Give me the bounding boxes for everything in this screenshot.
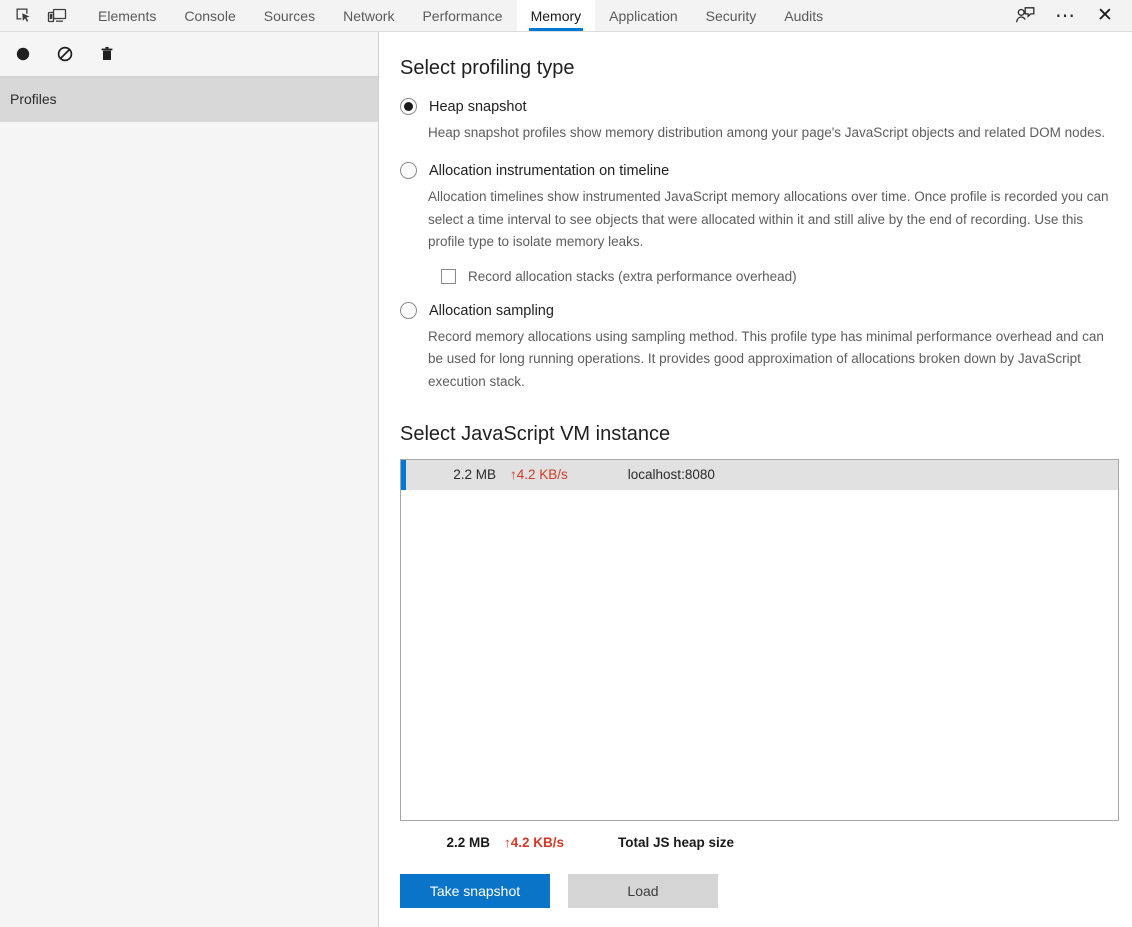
tab-list: Elements Console Sources Network Perform… xyxy=(84,0,837,31)
tab-label: Security xyxy=(705,7,757,24)
heap-summary: 2.2 MB ↑4.2 KB/s Total JS heap size xyxy=(400,835,1132,850)
tab-label: Memory xyxy=(530,7,582,24)
summary-heap-rate: ↑4.2 KB/s xyxy=(504,834,565,850)
tab-sources[interactable]: Sources xyxy=(250,0,329,31)
device-toolbar-icon[interactable] xyxy=(42,1,72,31)
allocation-timeline-label: Allocation instrumentation on timeline xyxy=(429,162,670,179)
profiling-type-heading: Select profiling type xyxy=(400,57,575,79)
vm-instance-heading: Select JavaScript VM instance xyxy=(400,422,671,445)
allocation-timeline-description: Allocation timelines show instrumented J… xyxy=(428,189,1109,249)
summary-label: Total JS heap size xyxy=(618,834,735,850)
close-glyph: ✕ xyxy=(1097,5,1113,26)
profiling-option-allocation-sampling: Allocation sampling Record memory alloca… xyxy=(380,302,1132,393)
profiling-option-allocation-timeline: Allocation instrumentation on timeline A… xyxy=(380,162,1132,285)
allocation-sampling-label: Allocation sampling xyxy=(429,302,554,319)
tab-label: Audits xyxy=(784,7,824,24)
tab-label: Elements xyxy=(98,7,157,24)
profiles-sidebar: Profiles xyxy=(0,32,379,927)
heap-snapshot-radio[interactable] xyxy=(400,98,417,115)
allocation-sampling-description: Record memory allocations using sampling… xyxy=(428,329,1104,389)
tab-label: Sources xyxy=(263,7,316,24)
tab-performance[interactable]: Performance xyxy=(408,0,516,31)
memory-panel: Select profiling type Heap snapshot Heap… xyxy=(380,32,1132,927)
tab-label: Console xyxy=(184,7,236,24)
record-icon[interactable] xyxy=(8,39,38,69)
sidebar-profile-list xyxy=(0,122,378,926)
tab-application[interactable]: Application xyxy=(595,0,692,31)
tab-elements[interactable]: Elements xyxy=(84,0,170,31)
sidebar-item-label: Profiles xyxy=(10,91,57,107)
tab-label: Application xyxy=(609,7,678,24)
inspect-element-icon[interactable] xyxy=(8,1,38,31)
tab-network[interactable]: Network xyxy=(329,0,408,31)
sidebar-item-profiles[interactable]: Profiles xyxy=(0,77,378,122)
vm-instance-row[interactable]: 2.2 MB ↑4.2 KB/s localhost:8080 xyxy=(401,459,1118,490)
action-buttons: Take snapshot Load xyxy=(400,873,1132,908)
allocation-sampling-radio-row[interactable]: Allocation sampling xyxy=(400,302,1132,320)
record-allocation-stacks-row[interactable]: Record allocation stacks (extra performa… xyxy=(441,269,1132,285)
vm-instance-list[interactable]: 2.2 MB ↑4.2 KB/s localhost:8080 xyxy=(400,458,1119,821)
allocation-timeline-radio[interactable] xyxy=(400,162,417,180)
trash-icon[interactable] xyxy=(92,39,122,69)
profiling-option-heap-snapshot: Heap snapshot Heap snapshot profiles sho… xyxy=(380,98,1132,144)
tab-label: Performance xyxy=(422,7,503,24)
take-snapshot-button[interactable]: Take snapshot xyxy=(400,873,550,908)
vm-heap-rate: ↑4.2 KB/s xyxy=(510,467,568,483)
allocation-sampling-radio[interactable] xyxy=(400,302,417,320)
close-icon[interactable]: ✕ xyxy=(1088,1,1122,31)
record-allocation-stacks-label: Record allocation stacks (extra performa… xyxy=(468,269,797,285)
tab-label: Network xyxy=(343,7,395,24)
heap-snapshot-radio-row[interactable]: Heap snapshot xyxy=(400,98,1132,115)
vm-heap-size: 2.2 MB xyxy=(453,467,496,483)
vm-origin-url: localhost:8080 xyxy=(627,467,715,483)
allocation-timeline-radio-row[interactable]: Allocation instrumentation on timeline xyxy=(400,162,1132,180)
more-options-icon[interactable]: ⋯ xyxy=(1048,1,1082,31)
clear-icon[interactable] xyxy=(50,39,80,69)
heap-snapshot-label: Heap snapshot xyxy=(429,98,527,115)
feedback-icon[interactable] xyxy=(1008,1,1042,31)
sidebar-toolbar xyxy=(0,32,378,77)
tabbar-right-icons: ⋯ ✕ xyxy=(1008,0,1132,31)
tab-security[interactable]: Security xyxy=(692,0,771,31)
tab-audits[interactable]: Audits xyxy=(770,0,837,31)
devtools-tabbar: Elements Console Sources Network Perform… xyxy=(0,0,1132,32)
summary-heap-size: 2.2 MB xyxy=(446,834,490,850)
tabbar-left-icons xyxy=(0,0,72,31)
tab-console[interactable]: Console xyxy=(170,0,249,31)
record-allocation-stacks-checkbox[interactable] xyxy=(441,269,456,285)
more-options-glyph: ⋯ xyxy=(1055,4,1075,27)
heap-snapshot-description: Heap snapshot profiles show memory distr… xyxy=(428,125,1106,140)
load-button[interactable]: Load xyxy=(568,873,718,908)
tab-memory[interactable]: Memory xyxy=(516,0,596,31)
